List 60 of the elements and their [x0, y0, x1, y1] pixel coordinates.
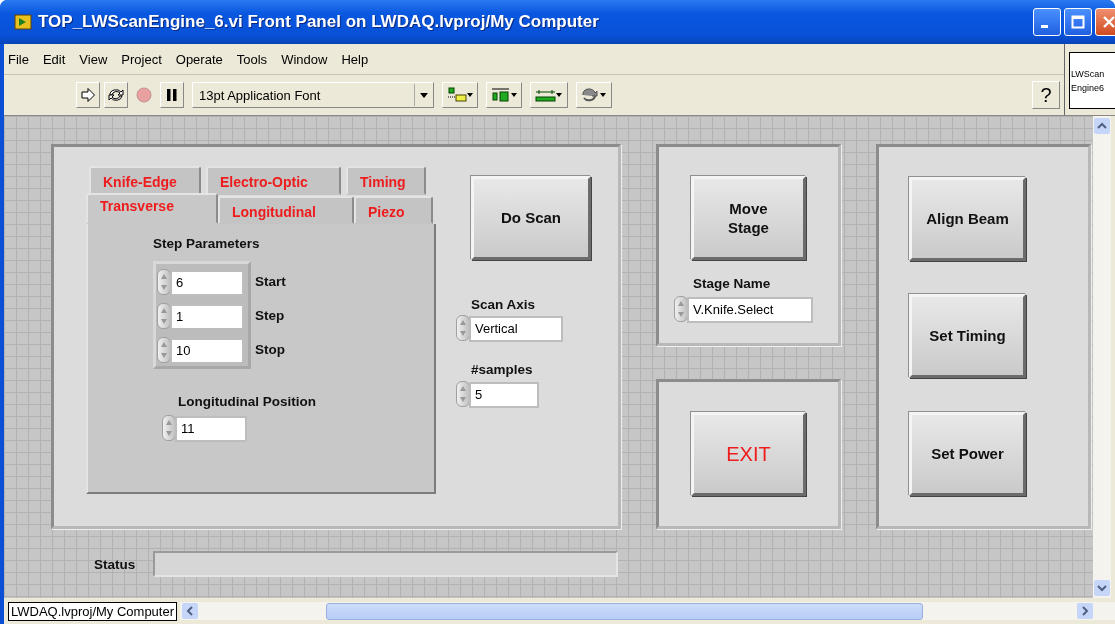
number-field[interactable]: 10: [170, 338, 244, 364]
menu-item[interactable]: Operate: [175, 51, 223, 67]
menu-item[interactable]: Tools: [236, 51, 268, 67]
spin-button[interactable]: [157, 303, 171, 329]
pause-icon: [166, 88, 178, 102]
menu-item[interactable]: File: [8, 51, 29, 67]
number-field[interactable]: 1: [170, 304, 244, 330]
scrollbar-thumb[interactable]: [326, 602, 923, 620]
vi-icon: LWScan Engine6: [1069, 52, 1115, 109]
horizontal-scrollbar[interactable]: [180, 602, 1115, 620]
distribute-icon: [491, 87, 517, 103]
align-icon: [447, 87, 473, 103]
resize-icon: [535, 87, 563, 103]
spin-button[interactable]: [157, 269, 171, 295]
font-dropdown[interactable]: 13pt Application Font: [192, 82, 434, 108]
control-label: Step: [255, 308, 285, 323]
spin-button[interactable]: [162, 415, 176, 441]
menu-item[interactable]: View: [79, 51, 108, 67]
ring-field[interactable]: Vertical: [469, 316, 563, 342]
reorder-icon: [581, 87, 607, 103]
control-label: Scan Axis: [471, 297, 536, 312]
maximize-button[interactable]: [1064, 8, 1092, 36]
ring-field[interactable]: V.Knife.Select: [687, 297, 813, 323]
app-icon: [14, 14, 32, 30]
minimize-button[interactable]: [1033, 8, 1061, 36]
vertical-scrollbar[interactable]: [1093, 116, 1111, 598]
action-button[interactable]: Align Beam: [909, 177, 1026, 261]
control-label: #samples: [471, 362, 533, 377]
menu-item[interactable]: Project: [121, 51, 162, 67]
cycle-arrows-icon: [107, 87, 125, 103]
control-label: Stop: [255, 342, 285, 357]
number-field[interactable]: 5: [469, 382, 539, 408]
help-button[interactable]: ?: [1032, 81, 1060, 109]
control-label: Stage Name: [693, 276, 771, 291]
window-title: TOP_LWScanEngine_6.vi Front Panel on LWDAQ.lvproj/My Computer: [38, 12, 599, 32]
maximize-icon: [1071, 15, 1085, 29]
stop-icon: [136, 87, 152, 103]
number-field[interactable]: 11: [175, 416, 247, 442]
spin-button[interactable]: [456, 315, 470, 341]
close-icon: [1102, 15, 1115, 29]
close-button[interactable]: [1095, 8, 1115, 36]
number-field[interactable]: 6: [170, 270, 244, 296]
minimize-icon: [1041, 24, 1048, 28]
control-label: Step Parameters: [153, 236, 260, 251]
caret-icon: [420, 92, 428, 98]
control-label: Longitudinal Position: [178, 394, 316, 409]
do-scan-button[interactable]: Do Scan: [471, 176, 591, 260]
arrow-icon: [80, 87, 96, 103]
move-stage-button[interactable]: Move Stage: [691, 176, 806, 260]
spin-button[interactable]: [674, 296, 688, 322]
spin-button[interactable]: [157, 337, 171, 363]
control-label: Status: [94, 557, 136, 572]
control-label: Start: [255, 274, 286, 289]
spin-button[interactable]: [456, 381, 470, 407]
menu-item[interactable]: Edit: [42, 51, 66, 67]
project-path-label: LWDAQ.lvproj/My Computer: [8, 601, 177, 621]
action-button[interactable]: Set Power: [909, 412, 1026, 496]
action-button[interactable]: Set Timing: [909, 294, 1026, 378]
menu-item[interactable]: Help: [341, 51, 369, 67]
menu-item[interactable]: Window: [281, 51, 328, 67]
